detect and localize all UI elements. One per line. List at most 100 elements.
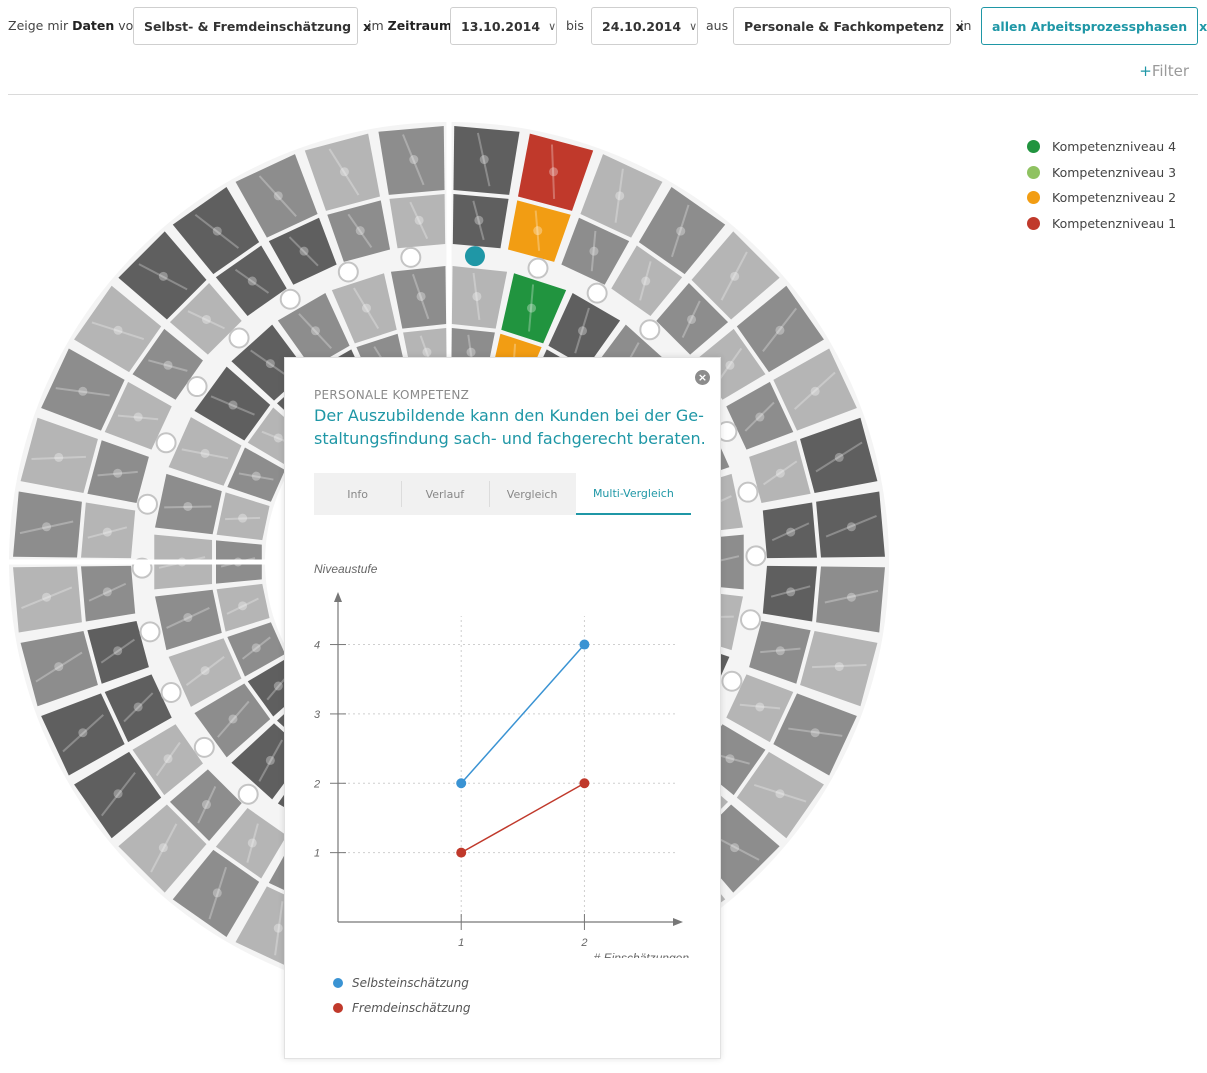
popup-category: PERSONALE KOMPETENZ <box>314 388 470 402</box>
legend-item-level-3: Kompetenzniveau 3 <box>1027 160 1176 186</box>
tab-vergleich[interactable]: Vergleich <box>488 473 576 515</box>
legend-label: Kompetenzniveau 1 <box>1052 215 1177 231</box>
phase-marker[interactable] <box>139 621 161 643</box>
segment-node <box>355 226 365 236</box>
add-filter-button[interactable]: +Filter <box>1139 62 1189 80</box>
segment-node <box>725 754 735 764</box>
phase-marker[interactable] <box>136 493 158 515</box>
segment-node <box>113 646 123 656</box>
series-line <box>460 782 585 854</box>
segment-node <box>113 325 123 335</box>
phase-marker[interactable] <box>337 261 359 283</box>
segment-node <box>273 681 283 691</box>
phase-marker[interactable] <box>639 319 661 341</box>
filter-divider <box>8 94 1198 95</box>
phase-marker[interactable] <box>193 736 215 758</box>
tab-multi-vergleich[interactable]: Multi-Vergleich <box>575 473 691 515</box>
segment-node <box>201 800 211 810</box>
segment-node <box>786 527 796 537</box>
chart-legend-label: Selbsteinschätzung <box>352 975 469 990</box>
segment-node <box>247 838 257 848</box>
tab-info[interactable]: Info <box>314 473 401 515</box>
segment-node <box>589 246 599 256</box>
phase-marker[interactable] <box>228 327 250 349</box>
segment-node <box>775 646 785 656</box>
phase-filter-chip[interactable]: allen Arbeitsprozessphasen x <box>981 7 1207 45</box>
phase-marker[interactable] <box>155 432 177 454</box>
segment-node <box>472 291 482 301</box>
segment-node <box>183 501 193 511</box>
date-to-select[interactable]: 24.10.2014 ∨ <box>591 7 698 45</box>
popup-tabs: Info Verlauf Vergleich Multi-Vergleich <box>314 473 691 515</box>
date-from-select[interactable]: 13.10.2014 ∨ <box>450 7 557 45</box>
segment-node <box>158 843 168 853</box>
selected-marker[interactable] <box>464 246 485 267</box>
date-from-value: 13.10.2014 <box>461 18 541 34</box>
phase-marker[interactable] <box>400 246 422 268</box>
phase-marker[interactable] <box>279 288 301 310</box>
tab-verlauf[interactable]: Verlauf <box>401 473 488 515</box>
filter-sentence-period: im Zeitraum <box>368 18 452 33</box>
segment-node <box>158 271 168 281</box>
y-tick-label: 4 <box>314 640 320 652</box>
y-tick-label: 3 <box>314 709 321 721</box>
segment-node <box>578 326 587 336</box>
filter-word-bis: bis <box>566 18 584 33</box>
legend-dot <box>1027 216 1040 230</box>
legend-label: Kompetenzniveau 4 <box>1052 139 1177 155</box>
legend-item-level-4: Kompetenzniveau 4 <box>1027 134 1176 160</box>
chart-legend-label: Fremdeinschätzung <box>352 1000 471 1015</box>
segment-node <box>775 325 785 335</box>
legend-dot <box>333 1002 343 1013</box>
segment-node <box>676 226 686 236</box>
competence-detail-popup: × PERSONALE KOMPETENZ Der Auszubildende … <box>284 357 721 1059</box>
segment-node <box>409 155 419 165</box>
segment-node <box>163 360 173 370</box>
close-icon[interactable]: × <box>695 370 710 385</box>
segment-node <box>730 271 740 281</box>
competence-filter-chip[interactable]: Personale & Fachkompetenz x <box>733 7 964 45</box>
segment-node <box>479 155 489 165</box>
segment-node <box>238 513 248 523</box>
y-axis-label: Niveaustufe <box>314 562 378 576</box>
legend-item-level-1: Kompetenzniveau 1 <box>1027 211 1176 237</box>
competence-level-legend: Kompetenzniveau 4 Kompetenzniveau 3 Komp… <box>1027 134 1176 236</box>
phase-marker[interactable] <box>745 545 767 567</box>
remove-phase-filter-button[interactable]: x <box>1187 19 1207 34</box>
phase-marker[interactable] <box>160 681 182 703</box>
segment-node <box>200 448 210 458</box>
phase-marker[interactable] <box>721 670 743 692</box>
x-axis-label: # Einschätzungen <box>594 951 690 958</box>
phase-marker[interactable] <box>740 609 762 631</box>
source-filter-chip[interactable]: Selbst- & Fremdeinschätzung x <box>133 7 371 45</box>
segment-node <box>615 191 625 201</box>
segment-node <box>311 326 320 336</box>
segment-node <box>102 527 112 537</box>
filter-word-aus: aus <box>706 18 729 33</box>
filter-bar: Zeige mir Daten von Selbst- & Fremdeinsc… <box>0 0 1207 56</box>
segment-node <box>775 789 785 799</box>
competence-filter-label: Personale & Fachkompetenz <box>744 18 944 34</box>
segment-node <box>201 314 211 324</box>
chart-legend: Selbsteinschätzung Fremdeinschätzung <box>333 970 471 1020</box>
segment-node <box>42 522 52 532</box>
phase-marker[interactable] <box>527 257 549 279</box>
segment-node <box>183 613 193 623</box>
segment-node <box>163 754 173 764</box>
segment-node <box>416 291 426 301</box>
phase-marker[interactable] <box>586 282 608 304</box>
segment-node <box>273 923 283 933</box>
legend-dot <box>1027 140 1040 154</box>
segment-node <box>133 702 143 712</box>
filter-word-in: in <box>960 18 972 33</box>
segment-node <box>238 601 248 611</box>
segment-node <box>200 666 210 676</box>
data-point <box>456 847 467 858</box>
phase-marker[interactable] <box>186 376 208 398</box>
segment-node <box>466 347 476 357</box>
phase-marker[interactable] <box>237 783 259 805</box>
segment-node <box>846 592 856 602</box>
phase-filter-label: allen Arbeitsprozessphasen <box>992 18 1188 34</box>
phase-marker[interactable] <box>737 481 759 503</box>
segment-node <box>133 412 143 422</box>
